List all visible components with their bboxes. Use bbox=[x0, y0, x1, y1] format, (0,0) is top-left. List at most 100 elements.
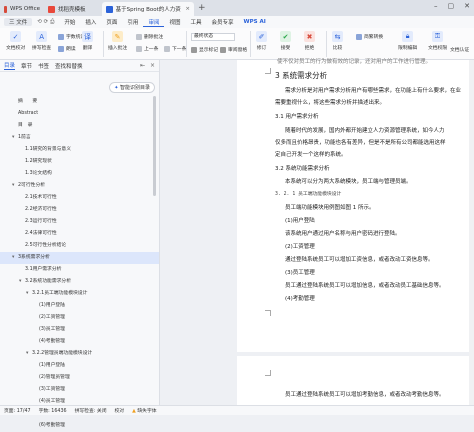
toc-item[interactable]: (4)考勤管理 bbox=[0, 336, 159, 348]
nav-scrollbar[interactable] bbox=[153, 96, 156, 196]
menu-review[interactable]: 审阅 bbox=[143, 18, 165, 27]
next-comment-button[interactable]: 下一条 bbox=[164, 45, 186, 52]
tab-label: WPS Office bbox=[9, 6, 40, 12]
doc-certify-button[interactable]: 文档认证 bbox=[450, 46, 469, 53]
close-panel-icon[interactable]: × bbox=[150, 62, 155, 69]
file-menu[interactable]: 三 文件 bbox=[4, 18, 33, 26]
section-heading: 3.2 系统功能需求分析 bbox=[275, 166, 330, 172]
menu-member[interactable]: 会员专享 bbox=[206, 18, 238, 26]
menu-undo-icons[interactable]: ⟲ ⟳ ⎙ bbox=[32, 19, 59, 26]
toc-item-label: 2.4法律可行性 bbox=[25, 231, 57, 236]
toc-item[interactable]: (1)用户登陆 bbox=[0, 300, 159, 312]
doc-permission-button[interactable]: ⚿ 文档权限 bbox=[428, 31, 447, 51]
toc-item-label: (4)考勤管理 bbox=[39, 339, 65, 344]
toc-item[interactable]: ▾ 3系统需求分析 bbox=[0, 252, 159, 264]
spell-check-button[interactable]: A 拼写检查 bbox=[32, 31, 51, 51]
nav-tab-bookmark[interactable]: 书签 bbox=[38, 62, 49, 70]
toc-item[interactable]: 2.1技术可行性 bbox=[0, 192, 159, 204]
toc-item[interactable]: (1)用户登陆 bbox=[0, 360, 159, 372]
menu-reference[interactable]: 引用 bbox=[122, 18, 143, 26]
close-tab-icon[interactable]: × bbox=[185, 6, 190, 12]
tab-wps-office[interactable]: WPS Office bbox=[0, 2, 44, 16]
toc-item[interactable]: ▾ 2可行性分析 bbox=[0, 180, 159, 192]
nav-tools: ⇤ × bbox=[140, 62, 155, 69]
toc-item-label: Abstract bbox=[18, 111, 39, 116]
toc-item[interactable]: (3)员工管理 bbox=[0, 324, 159, 336]
menu-tools[interactable]: 工具 bbox=[185, 18, 206, 26]
paragraph: 通过登陆系统员工可以增加工资信息，或者改动工资信息等。 bbox=[285, 257, 434, 263]
toc-item[interactable]: ▾ 1前言 bbox=[0, 132, 159, 144]
read-aloud-button[interactable]: 朗读 bbox=[58, 45, 76, 52]
review-pane-button[interactable]: 审阅窗格 bbox=[220, 46, 247, 53]
toc-item[interactable]: 目 录 bbox=[0, 120, 159, 132]
collapse-icon[interactable]: ⇤ bbox=[140, 62, 145, 69]
toc-item[interactable]: 3.1用户需求分析 bbox=[0, 264, 159, 276]
toc-item-label: 目 录 bbox=[18, 123, 33, 128]
crop-mark bbox=[265, 68, 271, 74]
toc-item-label: 3.1用户需求分析 bbox=[25, 267, 62, 272]
restrict-edit-button[interactable]: 🔒︎ 限制编辑 bbox=[398, 31, 417, 51]
wps-ai-button[interactable]: WPS AI bbox=[239, 19, 271, 25]
traditional-simplified-button[interactable]: 简繁转换 bbox=[356, 33, 383, 40]
compare-icon: ⇆ bbox=[332, 31, 343, 42]
toc-item[interactable]: 1.1研究的背景与意义 bbox=[0, 144, 159, 156]
doc-proofread-button[interactable]: ✓ 文档校对 bbox=[6, 31, 25, 51]
toc-item[interactable]: 摘 要 bbox=[0, 96, 159, 108]
previous-comment-button[interactable]: 上一条 bbox=[136, 45, 158, 52]
toc-item-label: (1)用户登陆 bbox=[39, 303, 65, 308]
nav-tab-find-replace[interactable]: 查找和替换 bbox=[55, 62, 83, 70]
toc-item-label: (3)员工管理 bbox=[39, 327, 65, 332]
toc-item[interactable]: (2)工资管理 bbox=[0, 312, 159, 324]
menu-insert[interactable]: 插入 bbox=[80, 18, 101, 26]
tab-template[interactable]: 找稻壳模板 bbox=[44, 2, 102, 16]
nav-tab-chapter[interactable]: 章节 bbox=[21, 62, 32, 70]
missing-font-status[interactable]: ▲ 缺失字体 bbox=[132, 407, 156, 414]
document-page[interactable]: 使不仅对员工的行为做有效的记录，还对用户的工作进行管理。 3 系统需求分析 需求… bbox=[237, 59, 474, 352]
document-scrollbar[interactable] bbox=[469, 60, 474, 405]
paragraph: 该系统用户通过用户名称与用户密码进行登陆。 bbox=[285, 231, 401, 237]
toc-item[interactable]: ▾ 3.2.2管理员端功能模块设计 bbox=[0, 348, 159, 360]
new-tab-icon[interactable]: + bbox=[198, 3, 206, 13]
minimize-icon[interactable]: – bbox=[434, 2, 438, 10]
document-page-next[interactable]: 员工通过登陆系统员工可以增加考勤信息，或者改动考勤信息等。 bbox=[237, 356, 474, 405]
reject-button[interactable]: ✖ 拒绝 bbox=[304, 31, 315, 51]
display-status-select[interactable]: 最终状态 bbox=[191, 33, 235, 41]
page-indicator[interactable]: 页面: 17/47 bbox=[4, 407, 31, 414]
tab-document[interactable]: 基于Spring Boot的人力资源管 × bbox=[102, 2, 194, 16]
insert-comment-button[interactable]: ✎ 插入批注 bbox=[108, 31, 127, 51]
menu-page[interactable]: 页面 bbox=[101, 18, 122, 26]
speaker-icon bbox=[58, 45, 64, 52]
toc-item[interactable]: (3)工资管理 bbox=[0, 384, 159, 396]
toc-item[interactable]: (2)管理员管理 bbox=[0, 372, 159, 384]
tab-label: 找稻壳模板 bbox=[58, 7, 86, 13]
menu-view[interactable]: 视图 bbox=[164, 18, 185, 26]
accept-button[interactable]: ✔ 接受 bbox=[280, 31, 291, 51]
toc-item[interactable]: ▾ 3.2系统功能需求分析 bbox=[0, 276, 159, 288]
toc-item[interactable]: 2.2经济可行性 bbox=[0, 204, 159, 216]
list-item: (1)用户登陆 bbox=[285, 218, 315, 224]
maximize-icon[interactable]: ▢ bbox=[448, 2, 455, 10]
toc-item[interactable]: 2.4法律可行性 bbox=[0, 228, 159, 240]
toc-item[interactable]: (6)考勤管理 bbox=[0, 420, 159, 432]
spell-check-status[interactable]: 拼写检查: 关闭 bbox=[75, 407, 107, 414]
nav-tab-toc[interactable]: 目录 bbox=[4, 61, 16, 70]
toc-item[interactable]: 1.3论文结构 bbox=[0, 168, 159, 180]
word-count[interactable]: 字数: 16436 bbox=[39, 407, 67, 414]
menu-start[interactable]: 开始 bbox=[59, 18, 80, 26]
delete-comment-button[interactable]: 删除批注 bbox=[136, 33, 163, 40]
translate-button[interactable]: 译翻译 bbox=[82, 31, 93, 51]
proofread-status[interactable]: 校对 bbox=[115, 407, 125, 414]
toc-item[interactable]: 2.5可行性分析结论 bbox=[0, 240, 159, 252]
toc-item[interactable]: 1.2研究现状 bbox=[0, 156, 159, 168]
revision-button[interactable]: ✐ 修订 bbox=[256, 31, 267, 51]
compare-button[interactable]: ⇆ 比较 bbox=[332, 31, 343, 51]
smart-toc-button[interactable]: ✦ 智能识别目录 bbox=[109, 82, 155, 93]
close-icon[interactable]: ✕ bbox=[464, 2, 470, 10]
toc-item-label: 2.2经济可行性 bbox=[25, 207, 57, 212]
toc-item[interactable]: ▾ 3.2.1员工端功能模块设计 bbox=[0, 288, 159, 300]
toc-item[interactable]: Abstract bbox=[0, 108, 159, 120]
show-markup-button[interactable]: 显示标记 bbox=[191, 46, 218, 53]
delete-comment-icon bbox=[136, 33, 142, 40]
accept-icon: ✔ bbox=[280, 31, 291, 42]
toc-item[interactable]: 2.3运行可行性 bbox=[0, 216, 159, 228]
